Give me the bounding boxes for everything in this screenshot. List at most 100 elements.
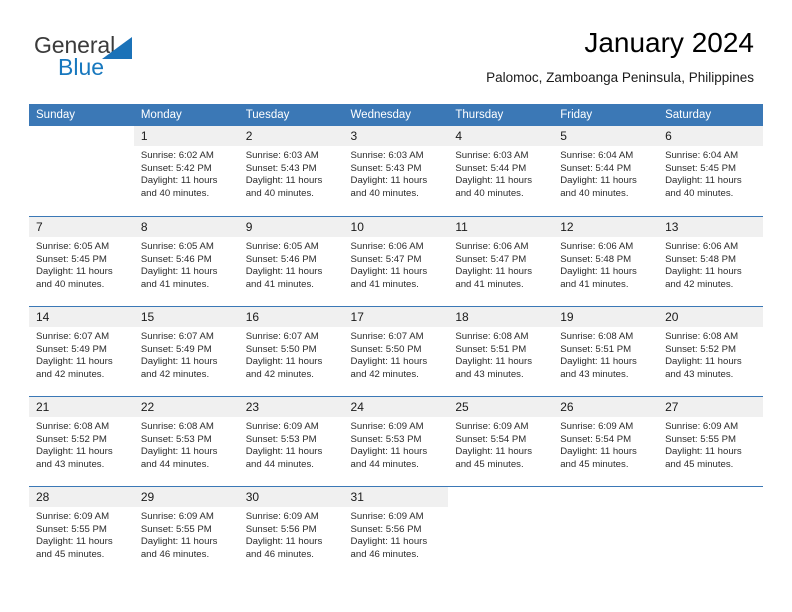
calendar-day-cell[interactable]: 6 Sunrise: 6:04 AM Sunset: 5:45 PM Daylight… <box>658 126 763 216</box>
day-cell-29: 29 Sunrise: 6:09 AM Sunset: 5:55 PM Dayligh… <box>133 486 239 576</box>
calendar-day-cell[interactable]: 14 Sunrise: 6:07 AM Sunset: 5:49 PM Dayligh… <box>29 306 134 396</box>
daylight-text-line2: and 41 minutes. <box>140 278 210 290</box>
sunrise-text: Sunrise: 6:05 AM <box>36 241 110 252</box>
weekday-header-saturday: Saturday <box>658 104 763 126</box>
calendar-day-cell[interactable]: 9 Sunrise: 6:05 AM Sunset: 5:46 PM Daylight… <box>238 216 344 306</box>
sun-info: Sunrise: 6:09 AM Sunset: 5:56 PM Daylight:… <box>344 507 449 561</box>
sunrise-text: Sunrise: 6:09 AM <box>350 511 424 522</box>
page-title: January 2024 <box>584 27 754 58</box>
calendar-day-cell[interactable]: 15 Sunrise: 6:07 AM Sunset: 5:49 PM Dayligh… <box>133 306 239 396</box>
sun-info: Sunrise: 6:08 AM Sunset: 5:52 PM Daylight:… <box>29 417 134 471</box>
calendar-day-cell[interactable]: 17 Sunrise: 6:07 AM Sunset: 5:50 PM Dayligh… <box>343 306 449 396</box>
calendar-day-cell[interactable]: 3 Sunrise: 6:03 AM Sunset: 5:43 PM Daylight… <box>343 126 449 216</box>
sunset-text: Sunset: 5:44 PM <box>560 162 632 174</box>
calendar-day-cell[interactable]: 5 Sunrise: 6:04 AM Sunset: 5:44 PM Daylight… <box>553 126 659 216</box>
day-number: 14 <box>29 307 134 327</box>
calendar-day-cell[interactable]: 27 Sunrise: 6:09 AM Sunset: 5:55 PM Dayligh… <box>658 396 763 486</box>
sunset-text: Sunset: 5:48 PM <box>560 253 632 265</box>
daylight-text-line2: and 45 minutes. <box>560 458 629 470</box>
sunrise-text: Sunrise: 6:07 AM <box>245 331 319 342</box>
day-cell-23: 23 Sunrise: 6:09 AM Sunset: 5:53 PM Dayligh… <box>238 396 344 486</box>
calendar-day-cell[interactable]: 18 Sunrise: 6:08 AM Sunset: 5:51 PM Dayligh… <box>448 306 554 396</box>
sunrise-text: Sunrise: 6:03 AM <box>245 150 319 161</box>
calendar-day-cell[interactable]: 12 Sunrise: 6:06 AM Sunset: 5:48 PM Dayligh… <box>553 216 659 306</box>
daylight-text-line1: Daylight: 11 hours <box>36 356 113 368</box>
sunrise-text: Sunrise: 6:05 AM <box>140 241 214 252</box>
generalblue-logo[interactable]: General Blue <box>34 32 254 88</box>
calendar-day-cell[interactable]: 13 Sunrise: 6:06 AM Sunset: 5:48 PM Dayligh… <box>658 216 763 306</box>
calendar-day-cell[interactable]: 31 Sunrise: 6:09 AM Sunset: 5:56 PM Dayligh… <box>343 486 449 576</box>
calendar-day-cell[interactable]: 23 Sunrise: 6:09 AM Sunset: 5:53 PM Dayligh… <box>238 396 344 486</box>
calendar-day-cell[interactable]: 1 Sunrise: 6:02 AM Sunset: 5:42 PM Daylight… <box>133 126 239 216</box>
day-cell-5: 5 Sunrise: 6:04 AM Sunset: 5:44 PM Daylight… <box>553 126 659 216</box>
day-number: 13 <box>658 217 763 237</box>
sun-info: Sunrise: 6:04 AM Sunset: 5:45 PM Daylight:… <box>658 146 763 200</box>
calendar-day-cell[interactable]: 30 Sunrise: 6:09 AM Sunset: 5:56 PM Dayligh… <box>238 486 344 576</box>
sunrise-text: Sunrise: 6:03 AM <box>455 150 529 161</box>
sunset-text: Sunset: 5:55 PM <box>36 523 107 535</box>
sun-info: Sunrise: 6:09 AM Sunset: 5:53 PM Daylight:… <box>239 417 344 471</box>
daylight-text-line2: and 41 minutes. <box>560 278 629 290</box>
calendar-day-cell[interactable]: 26 Sunrise: 6:09 AM Sunset: 5:54 PM Dayligh… <box>553 396 659 486</box>
daylight-text-line2: and 45 minutes. <box>455 458 524 470</box>
calendar-day-cell[interactable]: 16 Sunrise: 6:07 AM Sunset: 5:50 PM Dayligh… <box>238 306 344 396</box>
day-cell-31: 31 Sunrise: 6:09 AM Sunset: 5:56 PM Dayligh… <box>343 486 449 576</box>
calendar-day-cell[interactable]: 2 Sunrise: 6:03 AM Sunset: 5:43 PM Daylight… <box>238 126 344 216</box>
calendar-day-cell[interactable]: 24 Sunrise: 6:09 AM Sunset: 5:53 PM Dayligh… <box>343 396 449 486</box>
daylight-text-line2: and 41 minutes. <box>245 278 314 290</box>
sun-info: Sunrise: 6:06 AM Sunset: 5:48 PM Daylight:… <box>553 237 658 291</box>
sunset-text: Sunset: 5:45 PM <box>36 253 107 265</box>
weekday-header-wednesday: Wednesday <box>343 104 449 126</box>
empty-day <box>658 486 763 576</box>
sun-info: Sunrise: 6:03 AM Sunset: 5:43 PM Daylight:… <box>344 146 449 200</box>
sunset-text: Sunset: 5:54 PM <box>455 433 527 445</box>
sunset-text: Sunset: 5:50 PM <box>245 343 317 355</box>
day-cell-18: 18 Sunrise: 6:08 AM Sunset: 5:51 PM Dayligh… <box>448 306 554 396</box>
day-number: 5 <box>553 126 659 146</box>
sunset-text: Sunset: 5:49 PM <box>36 343 107 355</box>
daylight-text-line1: Daylight: 11 hours <box>140 536 218 548</box>
daylight-text-line2: and 40 minutes. <box>665 187 734 199</box>
sun-info: Sunrise: 6:08 AM Sunset: 5:51 PM Daylight:… <box>553 327 658 381</box>
day-cell-14: 14 Sunrise: 6:07 AM Sunset: 5:49 PM Dayligh… <box>29 306 134 396</box>
calendar-day-cell[interactable]: 20 Sunrise: 6:08 AM Sunset: 5:52 PM Dayligh… <box>658 306 763 396</box>
sunset-text: Sunset: 5:55 PM <box>665 433 736 445</box>
day-number: 23 <box>238 397 344 417</box>
calendar-table: Sunday Monday Tuesday Wednesday Thursday… <box>29 104 763 576</box>
page-header: General Blue January 2024 Palomoc, Zambo… <box>0 0 792 104</box>
day-cell-16: 16 Sunrise: 6:07 AM Sunset: 5:50 PM Dayligh… <box>238 306 344 396</box>
sunset-text: Sunset: 5:51 PM <box>455 343 527 355</box>
daylight-text-line2: and 46 minutes. <box>140 548 210 560</box>
calendar-day-cell[interactable]: 28 Sunrise: 6:09 AM Sunset: 5:55 PM Dayligh… <box>29 486 134 576</box>
calendar-day-cell[interactable]: 8 Sunrise: 6:05 AM Sunset: 5:46 PM Daylight… <box>133 216 239 306</box>
sunset-text: Sunset: 5:50 PM <box>350 343 422 355</box>
calendar-day-cell[interactable]: 29 Sunrise: 6:09 AM Sunset: 5:55 PM Dayligh… <box>133 486 239 576</box>
daylight-text-line2: and 43 minutes. <box>36 458 105 470</box>
calendar-day-cell[interactable]: 4 Sunrise: 6:03 AM Sunset: 5:44 PM Daylight… <box>448 126 554 216</box>
daylight-text-line2: and 40 minutes. <box>140 187 210 199</box>
daylight-text-line1: Daylight: 11 hours <box>665 266 742 278</box>
day-number: 1 <box>133 126 239 146</box>
day-cell-24: 24 Sunrise: 6:09 AM Sunset: 5:53 PM Dayligh… <box>343 396 449 486</box>
sunrise-text: Sunrise: 6:03 AM <box>350 150 424 161</box>
sun-info: Sunrise: 6:09 AM Sunset: 5:55 PM Daylight:… <box>134 507 239 561</box>
calendar-week-row: 1 Sunrise: 6:02 AM Sunset: 5:42 PM Daylight… <box>29 126 763 216</box>
calendar-day-cell[interactable]: 11 Sunrise: 6:06 AM Sunset: 5:47 PM Dayligh… <box>448 216 554 306</box>
calendar-day-cell[interactable]: 21 Sunrise: 6:08 AM Sunset: 5:52 PM Dayligh… <box>29 396 134 486</box>
day-cell-13: 13 Sunrise: 6:06 AM Sunset: 5:48 PM Dayligh… <box>658 216 763 306</box>
sunrise-text: Sunrise: 6:05 AM <box>245 241 319 252</box>
daylight-text-line1: Daylight: 11 hours <box>455 266 532 278</box>
day-number: 15 <box>133 307 239 327</box>
day-cell-3: 3 Sunrise: 6:03 AM Sunset: 5:43 PM Daylight… <box>343 126 449 216</box>
calendar-day-cell[interactable]: 7 Sunrise: 6:05 AM Sunset: 5:45 PM Daylight… <box>29 216 134 306</box>
sunrise-text: Sunrise: 6:06 AM <box>665 241 739 252</box>
empty-day <box>448 486 554 576</box>
calendar-day-cell[interactable]: 22 Sunrise: 6:08 AM Sunset: 5:53 PM Dayligh… <box>133 396 239 486</box>
calendar-day-cell[interactable]: 19 Sunrise: 6:08 AM Sunset: 5:51 PM Dayligh… <box>553 306 659 396</box>
calendar-day-cell[interactable]: 10 Sunrise: 6:06 AM Sunset: 5:47 PM Dayligh… <box>343 216 449 306</box>
sun-info: Sunrise: 6:06 AM Sunset: 5:47 PM Daylight:… <box>448 237 553 291</box>
sunset-text: Sunset: 5:49 PM <box>140 343 212 355</box>
daylight-text-line1: Daylight: 11 hours <box>560 175 637 187</box>
daylight-text-line2: and 44 minutes. <box>140 458 210 470</box>
calendar-day-cell[interactable]: 25 Sunrise: 6:09 AM Sunset: 5:54 PM Dayligh… <box>448 396 554 486</box>
